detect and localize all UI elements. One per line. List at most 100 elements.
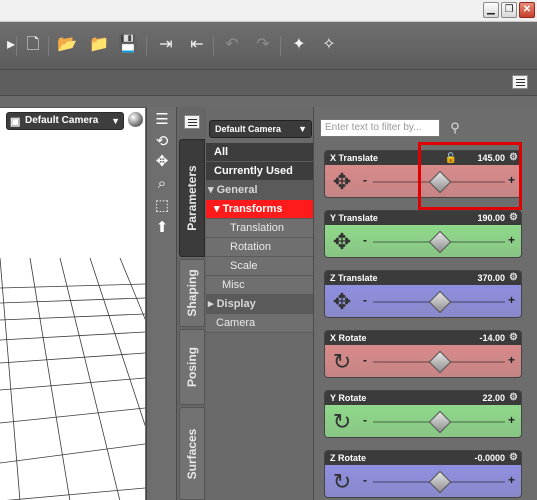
- pane-menu-icon[interactable]: [512, 75, 528, 89]
- param-z-rotate: Z Rotate -0.0000 ⚙ ↻ - +: [324, 450, 522, 498]
- up-icon[interactable]: ⬆: [151, 217, 173, 239]
- tree-item-display[interactable]: ▸ Display: [206, 295, 313, 314]
- param-name: Y Rotate: [330, 393, 367, 403]
- tree-item-rotation[interactable]: Rotation: [206, 238, 313, 257]
- tree-item-scale[interactable]: Scale: [206, 257, 313, 276]
- camera-icon: ▣: [10, 116, 21, 128]
- open-folder-icon[interactable]: 📁: [88, 34, 110, 56]
- increment-icon[interactable]: +: [508, 233, 515, 247]
- scene-icon[interactable]: ✧: [318, 34, 340, 56]
- param-value[interactable]: 190.00: [477, 211, 505, 225]
- orbit-icon[interactable]: ⟲: [151, 131, 173, 153]
- redo-icon[interactable]: ↷: [252, 34, 274, 56]
- param-y-translate: Y Translate 190.00 ⚙ ✥ - +: [324, 210, 522, 258]
- param-header: X Translate 🔓 145.00 ⚙: [325, 151, 521, 165]
- tree-item-misc[interactable]: Misc: [206, 276, 313, 295]
- param-value[interactable]: -0.0000: [474, 451, 505, 465]
- tree-item-translation[interactable]: Translation: [206, 219, 313, 238]
- minimize-icon[interactable]: ▁: [483, 2, 499, 18]
- param-name: Z Rotate: [330, 453, 366, 463]
- slider-knob[interactable]: [428, 470, 452, 494]
- tab-parameters[interactable]: Parameters: [179, 139, 205, 257]
- menu-icon[interactable]: ☰: [151, 109, 173, 131]
- slider-knob[interactable]: [428, 410, 452, 434]
- chevron-down-icon: ▼: [298, 124, 307, 134]
- increment-icon[interactable]: +: [508, 413, 515, 427]
- increment-icon[interactable]: +: [508, 473, 515, 487]
- open-icon[interactable]: 📂: [56, 34, 78, 56]
- pan-icon[interactable]: ✥: [151, 151, 173, 173]
- slider-knob[interactable]: [428, 230, 452, 254]
- tree-item-camera[interactable]: Camera: [206, 314, 313, 333]
- param-x-translate: X Translate 🔓 145.00 ⚙ ✥ - +: [324, 150, 522, 198]
- param-slider[interactable]: ✥ - +: [325, 225, 521, 257]
- import-icon[interactable]: ⇥: [155, 34, 177, 56]
- undo-icon[interactable]: ↶: [221, 34, 243, 56]
- parameter-tree: Default Camera ▼ All Currently Used ▾ Ge…: [206, 107, 313, 500]
- rotate-icon: ↻: [332, 469, 352, 494]
- camera-selector[interactable]: ▣ Default Camera ▼: [6, 112, 124, 130]
- tree-item-all[interactable]: All: [206, 143, 313, 162]
- param-value[interactable]: 370.00: [477, 271, 505, 285]
- param-name: X Rotate: [330, 333, 367, 343]
- node-selector[interactable]: Default Camera ▼: [209, 120, 312, 138]
- play-icon[interactable]: ▸: [0, 34, 22, 56]
- param-y-rotate: Y Rotate 22.00 ⚙ ↻ - +: [324, 390, 522, 438]
- decrement-icon[interactable]: -: [363, 173, 367, 187]
- viewport-tools: ☰ ⟲ ✥ ⌕ ⬚ ⬆: [146, 107, 176, 500]
- tab-surfaces[interactable]: Surfaces: [179, 407, 205, 500]
- param-slider[interactable]: ✥ - +: [325, 285, 521, 317]
- move-icon: ✥: [332, 289, 352, 314]
- new-file-icon[interactable]: 🗋: [22, 34, 44, 56]
- decrement-icon[interactable]: -: [363, 353, 367, 367]
- gear-icon[interactable]: ⚙: [509, 151, 518, 165]
- close-icon[interactable]: ✕: [519, 2, 535, 18]
- decrement-icon[interactable]: -: [363, 413, 367, 427]
- render-sphere-icon[interactable]: [128, 112, 143, 127]
- decrement-icon[interactable]: -: [363, 473, 367, 487]
- decrement-icon[interactable]: -: [363, 293, 367, 307]
- slider-knob[interactable]: [428, 350, 452, 374]
- ground-grid: [0, 257, 145, 500]
- filter-input[interactable]: Enter text to filter by...: [320, 119, 440, 137]
- gear-icon[interactable]: ⚙: [509, 211, 518, 225]
- param-value[interactable]: -14.00: [479, 331, 505, 345]
- tree-item-currently-used[interactable]: Currently Used: [206, 162, 313, 181]
- param-name: X Translate: [330, 153, 379, 163]
- rotate-icon: ↻: [332, 349, 352, 374]
- figure-icon[interactable]: ✦: [288, 34, 310, 56]
- save-icon[interactable]: 💾: [117, 34, 139, 56]
- param-value[interactable]: 22.00: [482, 391, 505, 405]
- gear-icon[interactable]: ⚙: [509, 331, 518, 345]
- frame-icon[interactable]: ⬚: [151, 195, 173, 217]
- export-icon[interactable]: ⇤: [186, 34, 208, 56]
- 3d-viewport[interactable]: ▣ Default Camera ▼: [0, 107, 145, 500]
- tab-shaping[interactable]: Shaping: [179, 259, 205, 327]
- camera-label: Default Camera: [25, 115, 99, 126]
- increment-icon[interactable]: +: [508, 173, 515, 187]
- param-slider[interactable]: ↻ - +: [325, 405, 521, 437]
- slider-knob[interactable]: [428, 290, 452, 314]
- tree-item-general[interactable]: ▾ General: [206, 181, 313, 200]
- slider-knob[interactable]: [428, 170, 452, 194]
- gear-icon[interactable]: ⚙: [509, 391, 518, 405]
- unlock-icon[interactable]: 🔓: [445, 152, 457, 166]
- restore-icon[interactable]: ❐: [501, 2, 517, 18]
- decrement-icon[interactable]: -: [363, 233, 367, 247]
- tab-posing[interactable]: Posing: [179, 329, 205, 405]
- param-slider[interactable]: ✥ - +: [325, 165, 521, 197]
- param-name: Y Translate: [330, 213, 378, 223]
- gear-icon[interactable]: ⚙: [509, 451, 518, 465]
- param-value[interactable]: 145.00: [477, 151, 505, 165]
- tree-item-transforms[interactable]: ▾ Transforms: [206, 200, 313, 219]
- increment-icon[interactable]: +: [508, 293, 515, 307]
- increment-icon[interactable]: +: [508, 353, 515, 367]
- param-slider[interactable]: ↻ - +: [325, 345, 521, 377]
- search-icon[interactable]: ⚲: [447, 119, 463, 137]
- param-header: Z Translate 370.00 ⚙: [325, 271, 521, 285]
- zoom-icon[interactable]: ⌕: [151, 173, 173, 195]
- param-slider[interactable]: ↻ - +: [325, 465, 521, 497]
- viewport-header: [0, 96, 176, 107]
- tab-menu-icon[interactable]: [184, 115, 200, 129]
- gear-icon[interactable]: ⚙: [509, 271, 518, 285]
